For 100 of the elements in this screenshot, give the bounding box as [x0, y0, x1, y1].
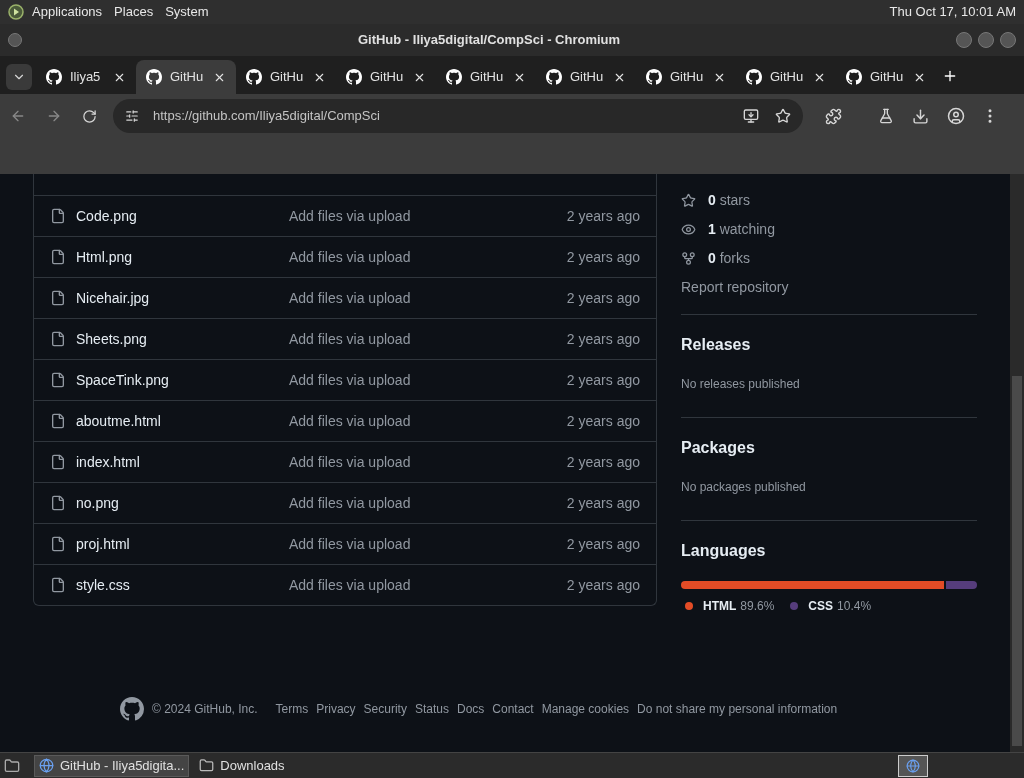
github-icon — [146, 69, 162, 85]
scrollbar[interactable] — [1010, 174, 1024, 752]
back-icon[interactable] — [10, 108, 26, 124]
browser-tab[interactable]: Iliya5 — [36, 60, 136, 94]
browser-tab[interactable]: GitHu — [836, 60, 936, 94]
section-heading[interactable]: Packages — [681, 436, 977, 460]
language-percent: 10.4% — [837, 598, 872, 615]
browser-tab[interactable]: GitHu — [136, 60, 236, 94]
file-name[interactable]: Nicehair.jpg — [76, 287, 289, 309]
window-title: GitHub - Iliya5digital/CompSci - Chromium — [356, 31, 622, 50]
github-icon — [746, 69, 762, 85]
commit-age: 2 years ago — [566, 247, 640, 267]
commit-message[interactable]: Add files via upload — [289, 492, 411, 514]
browser-tab[interactable]: GitHu — [736, 60, 836, 94]
commit-age: 2 years ago — [566, 452, 640, 472]
github-icon — [846, 69, 862, 85]
file-icon — [50, 372, 66, 388]
section-text: No releases published — [681, 376, 801, 393]
tab-list-button[interactable] — [6, 64, 32, 90]
commit-message[interactable]: Add files via upload — [289, 287, 411, 309]
commit-age: 2 years ago — [566, 534, 640, 554]
stat-link[interactable]: 0 forks — [708, 248, 751, 269]
taskbar-item[interactable]: Downloads — [195, 754, 289, 777]
maximize-button[interactable] — [978, 32, 994, 48]
commit-message[interactable]: Add files via upload — [289, 369, 411, 391]
commit-message[interactable]: Add files via upload — [289, 205, 411, 227]
tab-title: GitHu — [370, 68, 405, 87]
new-tab-icon[interactable] — [942, 68, 958, 84]
github-icon — [446, 69, 462, 85]
footer-link[interactable]: Contact — [492, 700, 534, 718]
github-icon — [246, 69, 262, 85]
panel-menu[interactable]: Applications — [32, 2, 103, 22]
panel-menu[interactable]: Places — [114, 2, 154, 22]
extensions-icon[interactable] — [825, 107, 842, 125]
file-name[interactable]: no.png — [76, 492, 289, 514]
file-icon — [50, 290, 66, 306]
taskbar-item[interactable]: GitHub - Iliya5digita... — [34, 754, 190, 777]
file-name[interactable]: Sheets.png — [76, 328, 289, 350]
bookmark-star-icon[interactable] — [775, 108, 791, 124]
clock: Thu Oct 17, 10:01 AM — [889, 3, 1016, 22]
commit-age: 2 years ago — [566, 575, 640, 595]
install-icon[interactable] — [743, 108, 759, 124]
minimize-button[interactable] — [956, 32, 972, 48]
file-name[interactable]: proj.html — [76, 533, 289, 555]
footer-link[interactable]: Terms — [275, 700, 309, 718]
address-bar[interactable]: https://github.com/Iliya5digital/CompSci — [113, 99, 803, 133]
browser-tab[interactable]: GitHu — [436, 60, 536, 94]
browser-icon — [39, 758, 54, 773]
browser-tab[interactable]: GitHu — [236, 60, 336, 94]
tab-title: GitHu — [570, 68, 605, 87]
footer-link[interactable]: Privacy — [316, 700, 356, 718]
flask-icon[interactable] — [878, 108, 894, 124]
github-icon — [120, 697, 144, 721]
forward-icon[interactable] — [46, 108, 62, 124]
file-name[interactable]: SpaceTink.png — [76, 369, 289, 391]
tab-title: Iliya5 — [70, 68, 102, 87]
fork-icon — [681, 251, 696, 266]
commit-message[interactable]: Add files via upload — [289, 451, 411, 473]
panel-menu[interactable]: System — [165, 2, 209, 22]
language-name[interactable]: HTML — [703, 597, 737, 615]
github-icon — [546, 69, 562, 85]
show-desktop-icon[interactable] — [4, 757, 20, 774]
file-icon — [50, 249, 66, 265]
file-name[interactable]: Html.png — [76, 246, 289, 268]
window-menu-icon[interactable] — [8, 33, 22, 47]
close-button[interactable] — [1000, 32, 1016, 48]
file-name[interactable]: style.css — [76, 574, 289, 596]
file-name[interactable]: index.html — [76, 451, 289, 473]
file-icon — [50, 331, 66, 347]
file-icon — [50, 536, 66, 552]
commit-message[interactable]: Add files via upload — [289, 328, 411, 350]
commit-message[interactable]: Add files via upload — [289, 246, 411, 268]
tray-browser-button[interactable] — [898, 754, 928, 777]
commit-message[interactable]: Add files via upload — [289, 533, 411, 555]
site-settings-icon[interactable] — [125, 109, 139, 123]
commit-message[interactable]: Add files via upload — [289, 410, 411, 432]
commit-age: 2 years ago — [566, 288, 640, 308]
folder-icon — [199, 758, 215, 773]
report-link[interactable]: Report repository — [681, 273, 977, 302]
footer-link[interactable]: Do not share my personal information — [637, 700, 838, 718]
footer-link[interactable]: Security — [363, 700, 407, 718]
footer-link[interactable]: Manage cookies — [541, 700, 630, 718]
language-name[interactable]: CSS — [808, 597, 834, 615]
stat-link[interactable]: 1 watching — [708, 219, 775, 240]
logo-icon[interactable] — [8, 4, 24, 20]
footer-link[interactable]: Status — [414, 700, 449, 718]
download-icon[interactable] — [912, 107, 929, 125]
file-name[interactable]: Code.png — [76, 205, 289, 227]
section-heading[interactable]: Releases — [681, 333, 977, 357]
reload-icon[interactable] — [82, 108, 97, 124]
commit-message[interactable]: Add files via upload — [289, 574, 411, 596]
tab-title: GitHu — [270, 68, 305, 87]
file-name[interactable]: aboutme.html — [76, 410, 289, 432]
browser-tab[interactable]: GitHu — [636, 60, 736, 94]
footer-link[interactable]: Docs — [456, 700, 485, 718]
stat-link[interactable]: 0 stars — [708, 190, 751, 211]
file-icon — [50, 577, 66, 593]
browser-tab[interactable]: GitHu — [536, 60, 636, 94]
browser-tab[interactable]: GitHu — [336, 60, 436, 94]
profile-icon[interactable] — [947, 107, 965, 125]
